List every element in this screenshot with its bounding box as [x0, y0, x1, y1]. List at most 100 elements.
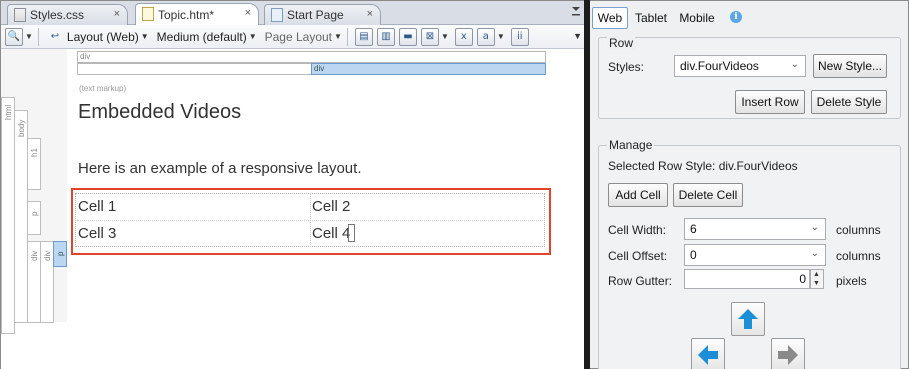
styles-label: Styles: [608, 60, 645, 74]
row-gutter-spinner[interactable]: ▲ ▼ [810, 269, 824, 289]
info-box-icon[interactable]: ii [510, 27, 529, 46]
show-changes-icon[interactable]: ▥ [376, 27, 395, 46]
preview-icon[interactable]: 🔍 [5, 27, 23, 46]
cell-offset-select[interactable]: 0 ⌄ [684, 244, 826, 266]
page-layout-dropdown[interactable]: Page Layout ▼ [265, 30, 344, 44]
move-up-button[interactable] [731, 302, 765, 336]
tab-mobile[interactable]: Mobile [675, 7, 719, 29]
xml-editor: Styles.css × Topic.htm* × Start Page × 🔍… [0, 0, 585, 369]
structure-bar-label: div [43, 250, 52, 261]
move-right-button[interactable] [771, 338, 805, 369]
tab-tablet[interactable]: Tablet [631, 7, 671, 29]
close-icon[interactable]: × [245, 7, 251, 19]
cell-width-value: 6 [690, 222, 697, 236]
chevron-down-icon[interactable]: ▼ [441, 32, 449, 41]
structure-bar-label: h1 [30, 148, 39, 157]
chevron-down-icon[interactable]: ▼ [497, 32, 505, 41]
manage-group-title: Manage [607, 138, 655, 152]
document-tabstrip: Styles.css × Topic.htm* × Start Page × [1, 1, 585, 25]
medium-dropdown[interactable]: Medium (default) ▼ [157, 30, 259, 44]
structure-bar-div[interactable]: div [27, 241, 41, 323]
excel-icon[interactable]: x [454, 27, 473, 46]
text-markup-label: (text markup) [79, 84, 127, 93]
structure-bar-label: p [30, 211, 39, 216]
chevron-down-icon[interactable]: ▼ [25, 32, 33, 41]
start-page-icon [271, 8, 283, 22]
insert-row-button[interactable]: Insert Row [735, 90, 805, 114]
page-layout-dropdown-label: Page Layout [264, 29, 333, 44]
chevron-down-icon: ⌄ [810, 222, 819, 233]
image-zoom-icon[interactable]: ⊠ [420, 27, 439, 46]
structure-bars-gutter: html body h1 p div div p [1, 49, 67, 334]
row-gutter-unit: pixels [836, 274, 867, 288]
cell-2[interactable]: Cell 2 [312, 198, 350, 215]
layout-dropdown[interactable]: Layout (Web) ▼ [67, 30, 151, 44]
tab-label: Start Page [287, 8, 344, 22]
arrow-up-icon [738, 309, 758, 329]
structure-bar-label: div [30, 250, 39, 261]
row-group-title: Row [607, 36, 636, 50]
column-divider [310, 193, 311, 247]
show-tags-icon[interactable]: ▤ [354, 27, 373, 46]
cell-offset-value: 0 [690, 248, 697, 262]
chevron-down-icon: ▼ [140, 32, 149, 41]
toolbar-overflow-icon[interactable]: ▼ [573, 31, 582, 41]
structure-bar-html[interactable]: html [1, 97, 15, 334]
structure-bar-div[interactable]: div [40, 241, 54, 323]
cell-offset-label: Cell Offset: [608, 249, 668, 263]
editor-toolbar: 🔍 ▼ ↩ Layout (Web) ▼ Medium (default) ▼ Pa… [1, 25, 585, 49]
row-style-select[interactable]: div.FourVideos ⌄ [674, 55, 806, 77]
delete-style-button[interactable]: Delete Style [811, 90, 887, 114]
css-file-icon [14, 8, 26, 22]
tab-styles-css[interactable]: Styles.css × [7, 4, 128, 25]
insert-image-icon[interactable]: ▬ [398, 27, 417, 46]
move-left-button[interactable] [691, 338, 725, 369]
cell-3[interactable]: Cell 3 [78, 225, 116, 242]
spin-down-icon[interactable]: ▼ [813, 280, 820, 288]
page-title[interactable]: Embedded Videos [78, 101, 241, 124]
cell-1[interactable]: Cell 1 [78, 198, 116, 215]
structure-bar-p-selected[interactable]: p [53, 241, 67, 267]
new-style-button[interactable]: New Style... [813, 54, 887, 78]
responsive-layout-panel: Web Tablet Mobile i Row Styles: div.Four… [590, 0, 909, 369]
close-icon[interactable]: × [114, 8, 120, 20]
structure-bar-div-empty[interactable] [77, 63, 311, 75]
chevron-down-icon: ▼ [334, 32, 342, 41]
tab-label: Topic.htm* [158, 7, 215, 22]
cell-width-unit: columns [836, 223, 881, 237]
arrow-left-icon [698, 345, 718, 365]
cell-offset-unit: columns [836, 249, 881, 263]
close-icon[interactable]: × [367, 8, 373, 20]
page-paragraph[interactable]: Here is an example of a responsive layou… [78, 160, 361, 177]
row-style-value: div.FourVideos [680, 59, 759, 73]
structure-bar-label: body [17, 119, 26, 137]
cell-width-select[interactable]: 6 ⌄ [684, 218, 826, 240]
tab-web[interactable]: Web [592, 7, 628, 29]
layout-icon[interactable]: ↩ [46, 28, 64, 46]
row-gutter-label: Row Gutter: [608, 274, 673, 288]
tab-label: Styles.css [30, 8, 85, 22]
tab-overflow-icon[interactable] [571, 4, 581, 20]
structure-bar-p[interactable]: p [27, 201, 41, 235]
structure-bar-label: p [56, 251, 65, 256]
cell-width-label: Cell Width: [608, 223, 667, 237]
medium-dropdown-label: Medium (default) [156, 29, 247, 44]
toolbar-separator [346, 27, 348, 46]
structure-bar-h1[interactable]: h1 [27, 138, 41, 190]
tab-start-page[interactable]: Start Page × [264, 4, 381, 25]
info-icon[interactable]: i [730, 11, 742, 23]
tab-topic-htm[interactable]: Topic.htm* × [135, 3, 259, 25]
structure-bar-body[interactable]: body [14, 110, 28, 323]
spin-up-icon[interactable]: ▲ [813, 271, 820, 279]
structure-bar-label: html [4, 104, 13, 120]
htm-file-icon [142, 7, 154, 21]
add-cell-button[interactable]: Add Cell [608, 183, 668, 207]
structure-bar-div[interactable]: div [77, 51, 546, 63]
toolbar-separator [37, 27, 39, 46]
structure-bar-div-selected[interactable]: div [311, 63, 546, 75]
cell-4[interactable]: Cell 4 [312, 225, 350, 242]
delete-cell-button[interactable]: Delete Cell [673, 183, 743, 207]
chevron-down-icon: ⌄ [810, 248, 819, 259]
text-format-icon[interactable]: a [476, 27, 495, 46]
row-gutter-input[interactable]: 0 [684, 269, 810, 289]
